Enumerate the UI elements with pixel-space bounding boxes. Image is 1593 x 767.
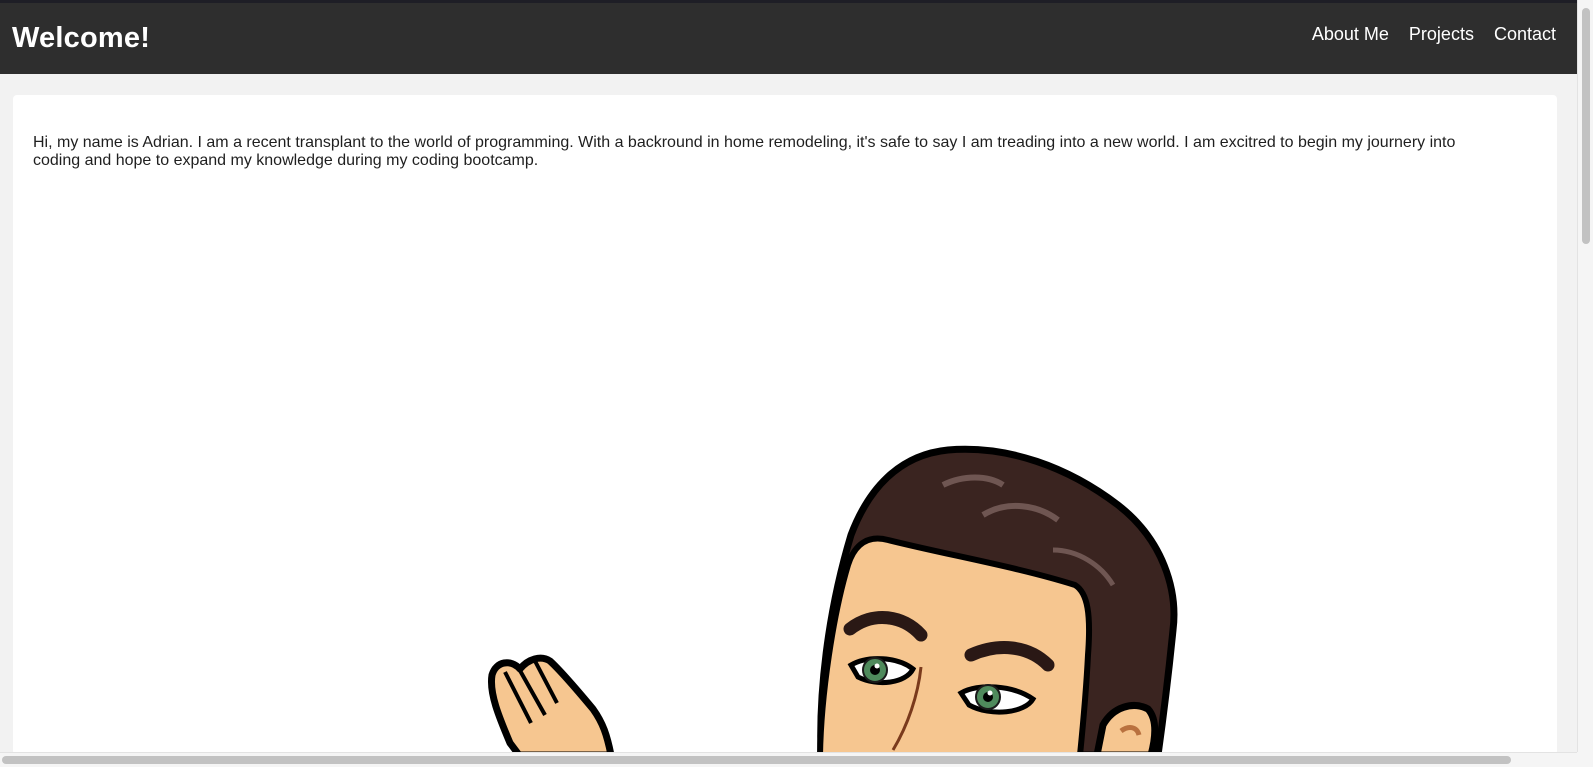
nav-projects[interactable]: Projects: [1409, 23, 1474, 45]
horizontal-scroll-thumb[interactable]: [2, 756, 1511, 764]
horizontal-scrollbar[interactable]: [0, 752, 1577, 767]
main-nav: About Me Projects Contact: [1292, 23, 1556, 45]
nav-contact[interactable]: Contact: [1494, 23, 1556, 45]
site-title: Welcome!: [12, 22, 151, 54]
vertical-scroll-thumb[interactable]: [1582, 8, 1590, 244]
avatar-head: [817, 445, 1178, 755]
site-header: Welcome! About Me Projects Contact: [0, 3, 1577, 74]
about-card: Hi, my name is Adrian. I am a recent tra…: [13, 95, 1557, 755]
waving-hand: [487, 654, 615, 755]
scrollbar-corner: [1577, 752, 1593, 767]
avatar-image: [487, 445, 1178, 755]
nav-about-me[interactable]: About Me: [1312, 23, 1389, 45]
vertical-scrollbar[interactable]: [1577, 0, 1593, 767]
